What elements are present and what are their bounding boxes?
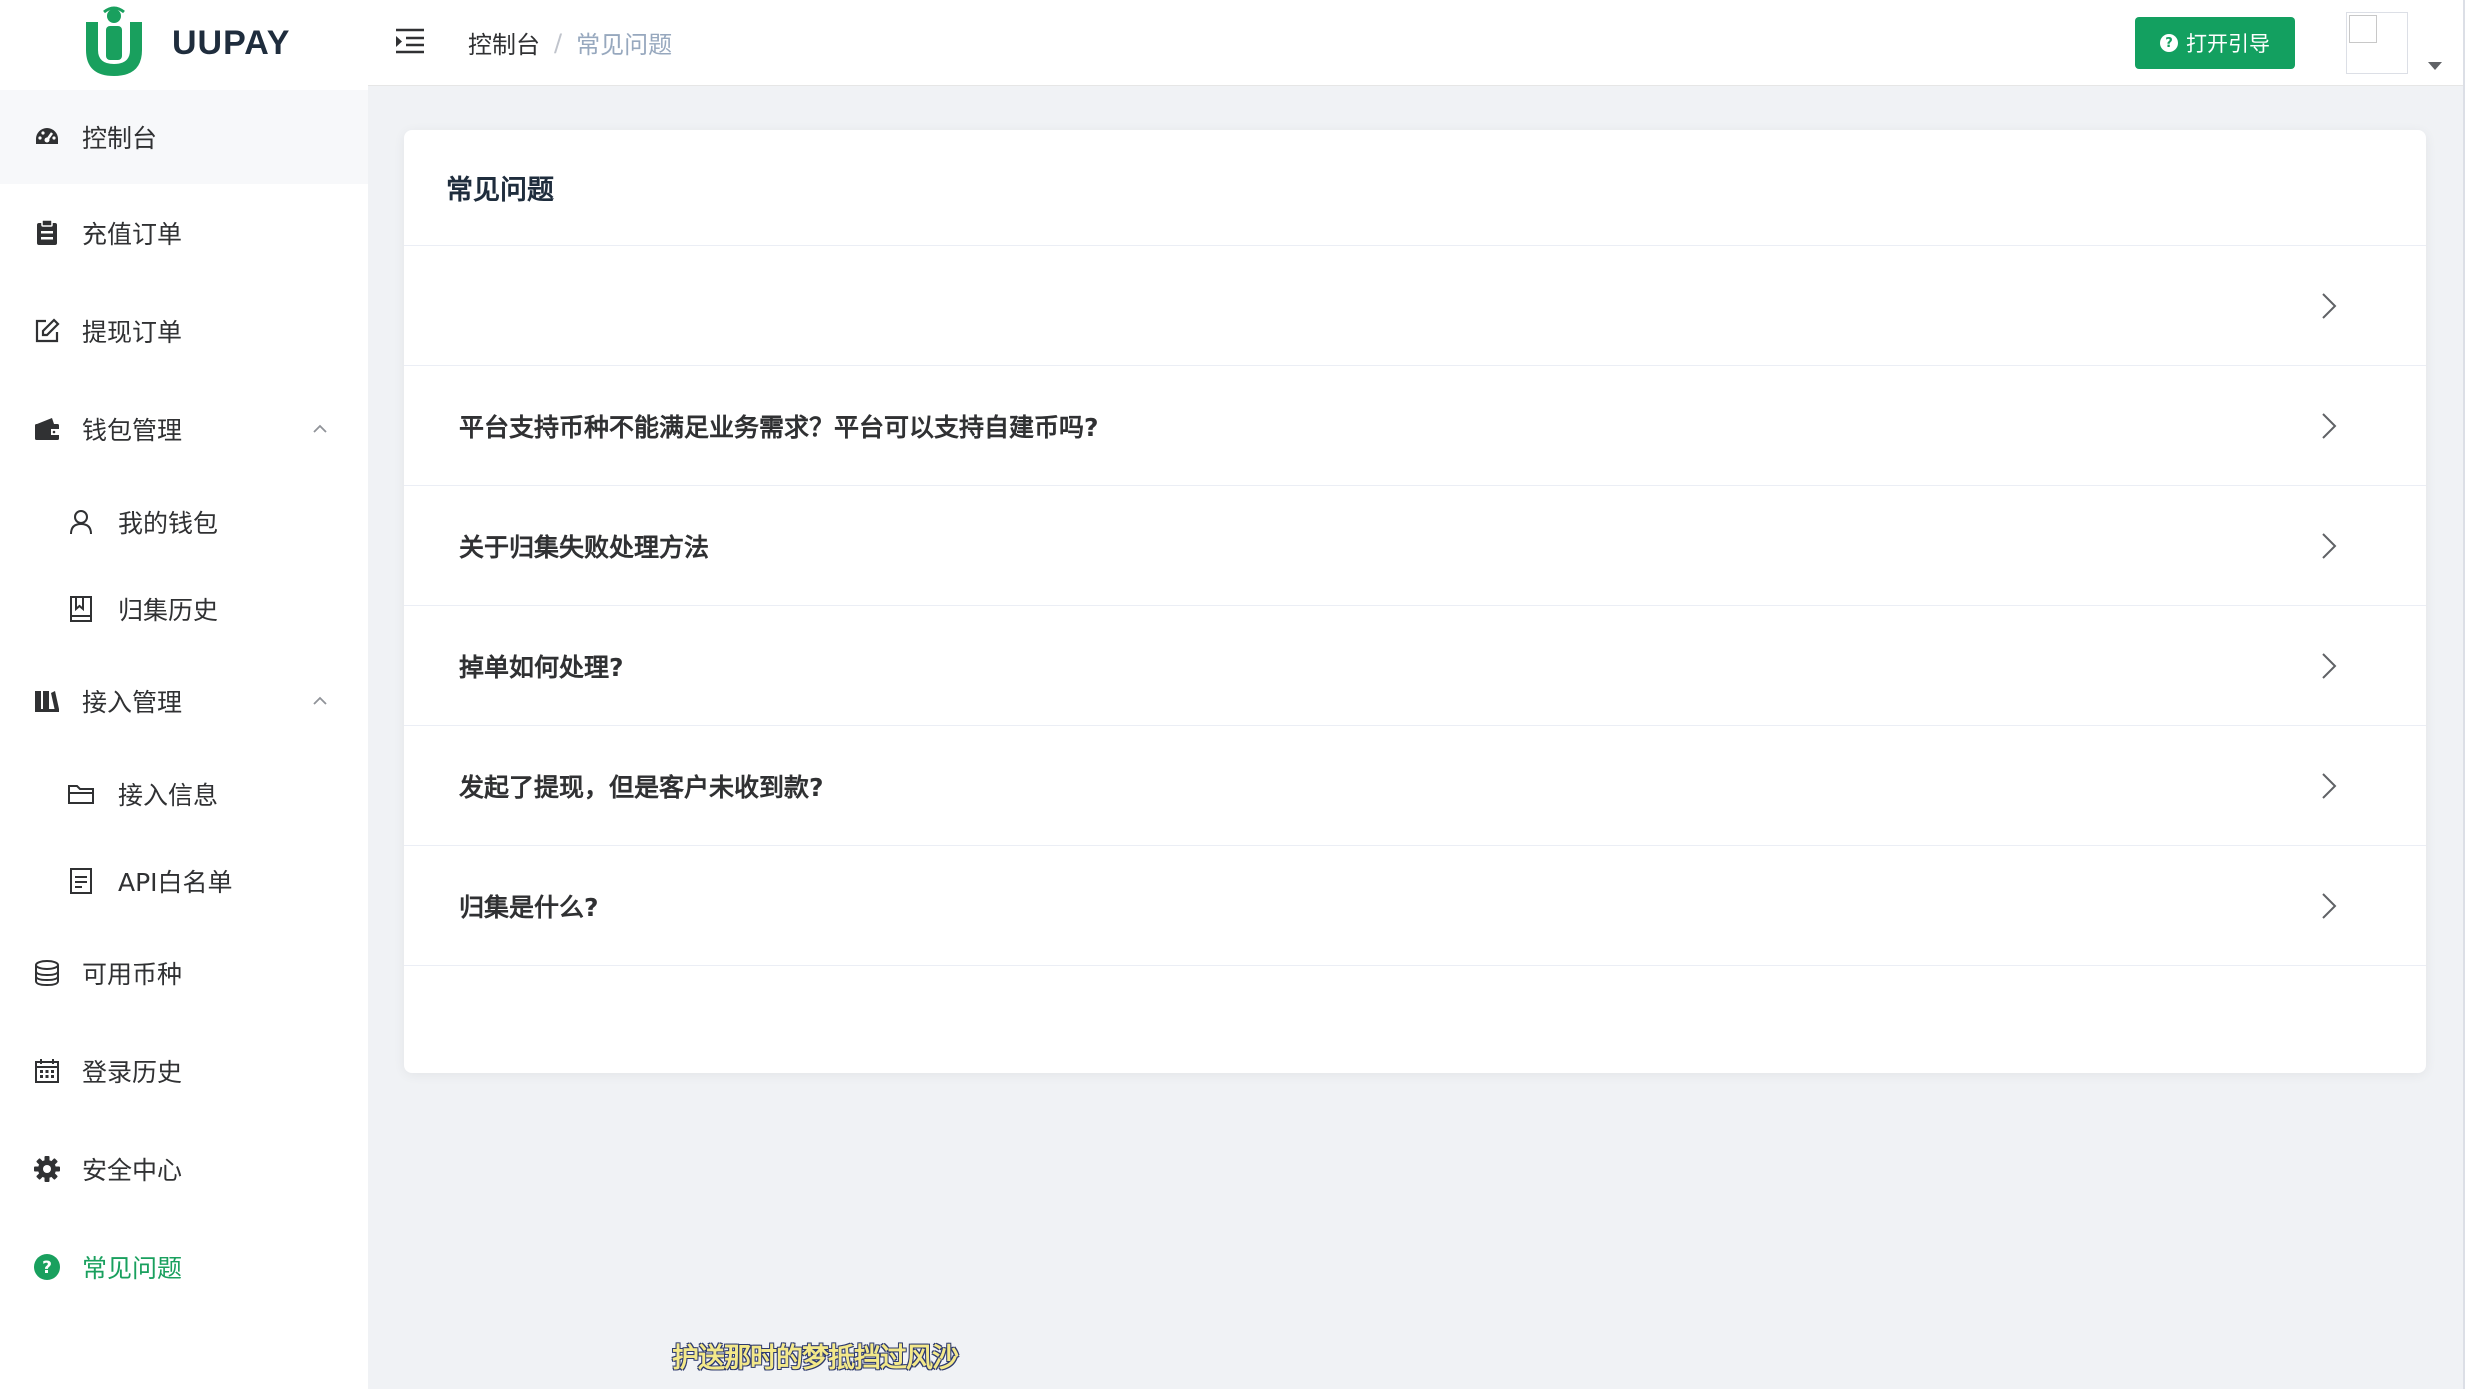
sidebar-item-available-coins[interactable]: 可用币种 [0, 924, 368, 1022]
sidebar-item-label: 充值订单 [82, 220, 183, 249]
sidebar-item-recharge-orders[interactable]: 充值订单 [0, 184, 368, 282]
sidebar-item-api-whitelist[interactable]: API白名单 [0, 837, 368, 924]
wallet-icon [32, 414, 62, 444]
breadcrumb: 控制台 / 常见问题 [468, 25, 672, 60]
sidebar-item-label: 控制台 [82, 124, 158, 153]
avatar[interactable] [2346, 12, 2408, 74]
user-icon [66, 507, 96, 537]
app-root: UUPAY 控制台 充值订单 提现订单 钱包管理 我的钱包 归集历史 接入管理 … [0, 0, 2465, 1389]
dashboard-icon [32, 122, 62, 152]
breadcrumb-separator: / [554, 28, 563, 57]
logo[interactable]: UUPAY [0, 0, 368, 86]
book-icon [66, 594, 96, 624]
sidebar-item-dashboard[interactable]: 控制台 [0, 90, 368, 184]
question-circle-icon: ? [32, 1252, 62, 1282]
card-title: 常见问题 [404, 130, 2426, 246]
avatar-image-placeholder [2349, 15, 2377, 43]
sidebar-item-label: 常见问题 [82, 1254, 183, 1283]
sidebar-item-label: API白名单 [118, 867, 233, 897]
sidebar-item-label: 提现订单 [82, 318, 183, 347]
faq-question: 平台支持币种不能满足业务需求？平台可以支持自建币吗? [459, 412, 1099, 442]
uupay-logo-icon [86, 6, 142, 76]
sidebar-item-label: 我的钱包 [118, 508, 219, 538]
sidebar-item-label: 安全中心 [82, 1156, 183, 1185]
faq-question: 掉单如何处理? [459, 652, 624, 682]
faq-card: 常见问题 平台支持币种不能满足业务需求？平台可以支持自建币吗? 关于归集失败处理… [404, 130, 2426, 1073]
sidebar-item-wallet-management[interactable]: 钱包管理 [0, 380, 368, 478]
sidebar-item-withdraw-orders[interactable]: 提现订单 [0, 282, 368, 380]
sidebar-menu: 控制台 充值订单 提现订单 钱包管理 我的钱包 归集历史 接入管理 接入信息 A… [0, 90, 368, 1316]
sidebar-item-label: 接入管理 [82, 688, 183, 717]
faq-item[interactable]: 平台支持币种不能满足业务需求？平台可以支持自建币吗? [404, 366, 2426, 486]
chevron-right-icon [2322, 652, 2337, 679]
chevron-up-icon [313, 424, 327, 433]
caret-down-icon[interactable] [2428, 62, 2442, 70]
faq-item[interactable]: 归集是什么? [404, 846, 2426, 966]
sidebar-item-access-management[interactable]: 接入管理 [0, 652, 368, 750]
library-icon [32, 686, 62, 716]
faq-item[interactable]: 关于归集失败处理方法 [404, 486, 2426, 606]
menu-fold-icon[interactable] [394, 26, 428, 56]
brand-name: UUPAY [172, 23, 291, 62]
faq-question: 归集是什么? [459, 892, 599, 922]
video-subtitle-overlay: 护送那时的梦抵挡过风沙 [672, 1343, 959, 1374]
chevron-right-icon [2322, 772, 2337, 799]
svg-text:?: ? [42, 1258, 52, 1278]
calendar-icon [32, 1056, 62, 1086]
sidebar-item-faq[interactable]: ? 常见问题 [0, 1218, 368, 1316]
faq-question: 发起了提现，但是客户未收到款? [459, 772, 824, 802]
folder-icon [66, 779, 96, 809]
breadcrumb-home-link[interactable]: 控制台 [468, 25, 540, 60]
faq-item[interactable] [404, 246, 2426, 366]
edit-icon [32, 316, 62, 346]
clipboard-icon [32, 218, 62, 248]
top-header: 控制台 / 常见问题 ? 打开引导 [368, 0, 2465, 86]
document-icon [66, 866, 96, 896]
sidebar-item-label: 接入信息 [118, 780, 219, 810]
faq-item[interactable]: 掉单如何处理? [404, 606, 2426, 726]
chevron-right-icon [2322, 292, 2337, 319]
sidebar-item-security-center[interactable]: 安全中心 [0, 1120, 368, 1218]
sidebar-item-my-wallet[interactable]: 我的钱包 [0, 478, 368, 565]
breadcrumb-current: 常见问题 [576, 31, 673, 59]
sidebar-item-login-history[interactable]: 登录历史 [0, 1022, 368, 1120]
faq-question: 关于归集失败处理方法 [459, 532, 710, 562]
open-guide-button[interactable]: ? 打开引导 [2135, 17, 2295, 69]
sidebar-item-label: 钱包管理 [82, 416, 183, 445]
sidebar: UUPAY 控制台 充值订单 提现订单 钱包管理 我的钱包 归集历史 接入管理 … [0, 0, 368, 1389]
sidebar-item-label: 归集历史 [118, 595, 219, 625]
chevron-right-icon [2322, 892, 2337, 919]
sidebar-item-access-info[interactable]: 接入信息 [0, 750, 368, 837]
faq-item[interactable]: 发起了提现，但是客户未收到款? [404, 726, 2426, 846]
question-circle-icon: ? [2160, 34, 2178, 52]
gear-icon [32, 1154, 62, 1184]
sidebar-item-collection-history[interactable]: 归集历史 [0, 565, 368, 652]
chevron-right-icon [2322, 412, 2337, 439]
database-icon [32, 958, 62, 988]
open-guide-label: 打开引导 [2186, 32, 2270, 56]
sidebar-item-label: 登录历史 [82, 1058, 183, 1087]
chevron-right-icon [2322, 532, 2337, 559]
sidebar-item-label: 可用币种 [82, 960, 183, 989]
chevron-up-icon [313, 696, 327, 705]
